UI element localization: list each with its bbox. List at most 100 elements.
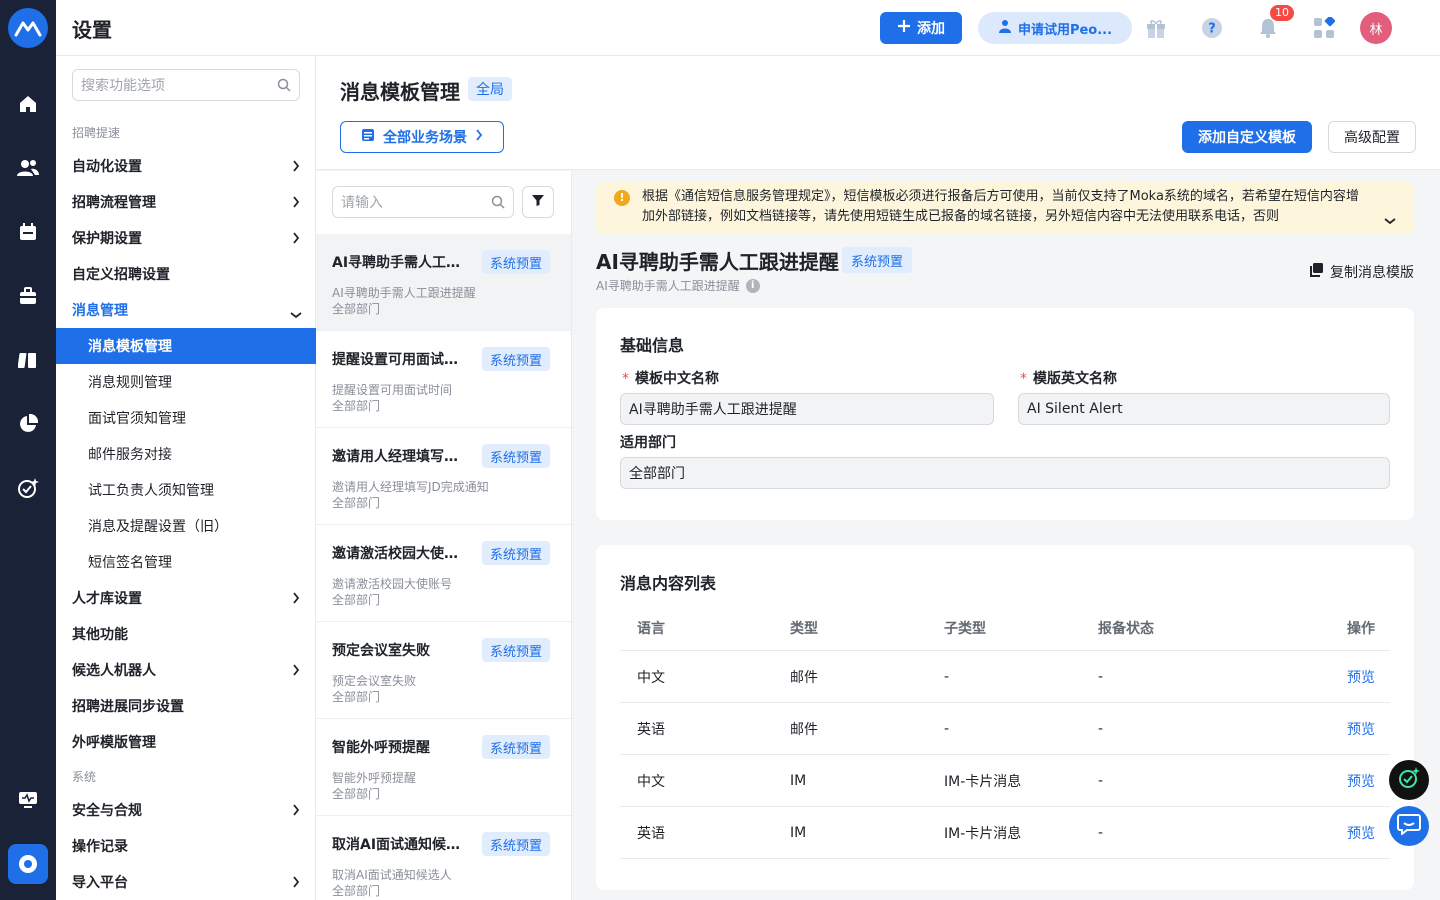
avatar[interactable]: 林 (1360, 12, 1392, 44)
content-table-header: 语言 类型 子类型 报备状态 操作 (620, 605, 1390, 651)
chevron-right-icon (292, 196, 300, 212)
sidebar-item-custom[interactable]: 自定义招聘设置 (56, 256, 316, 292)
template-item[interactable]: 邀请用人经理填写JD完成通知 系统预置 邀请用人经理填写JD完成通知 全部部门 (316, 428, 571, 525)
template-name: AI寻聘助手需人工跟进提醒 (332, 255, 462, 271)
sidebar-subitem-mail[interactable]: 邮件服务对接 (56, 436, 316, 472)
search-icon (491, 195, 505, 213)
sidebar-item-robot[interactable]: 候选人机器人 (56, 652, 316, 688)
table-row: 英语 邮件 - - 预览 (620, 703, 1390, 755)
warning-icon: ! (614, 190, 630, 206)
sidebar-item-callout[interactable]: 外呼模版管理 (56, 724, 316, 760)
col-lang: 语言 (637, 620, 665, 637)
chevron-down-icon[interactable] (1384, 212, 1396, 232)
add-button[interactable]: 添加 (880, 12, 962, 44)
moka-logo-icon[interactable] (8, 8, 48, 48)
template-item[interactable]: 取消AI面试通知候选人 系统预置 取消AI面试通知候选人 全部部门 (316, 816, 571, 900)
jobs-icon[interactable] (16, 284, 40, 308)
sidebar-subitem-trial[interactable]: 试工负责人须知管理 (56, 472, 316, 508)
cell-subtype: - (944, 668, 950, 685)
detail-subtitle: AI寻聘助手需人工跟进提醒 i (596, 277, 760, 294)
table-row: 中文 IM IM-卡片消息 - 预览 (620, 755, 1390, 807)
cn-name-label: * 模板中文名称 (622, 371, 719, 387)
candidates-icon[interactable] (16, 156, 40, 180)
template-item[interactable]: 智能外呼预提醒 系统预置 智能外呼预提醒 全部部门 (316, 719, 571, 816)
content-list-title: 消息内容列表 (620, 574, 717, 593)
gift-icon[interactable] (1144, 16, 1168, 40)
home-icon[interactable] (16, 92, 40, 116)
template-desc: 取消AI面试通知候选人 (332, 868, 452, 882)
page-title: 消息模板管理 (340, 80, 460, 104)
sidebar-item-sync[interactable]: 招聘进展同步设置 (56, 688, 316, 724)
sidebar-subitem-interviewer[interactable]: 面试官须知管理 (56, 400, 316, 436)
sidebar-item-import[interactable]: 导入平台 (56, 864, 316, 900)
apps-grid-icon[interactable] (1312, 16, 1336, 40)
group-label-recruit: 招聘提速 (72, 126, 121, 140)
sidebar-item-protection[interactable]: 保护期设置 (56, 220, 316, 256)
template-name: 取消AI面试通知候选人 (332, 837, 462, 853)
chevron-right-icon (292, 664, 300, 680)
preview-link[interactable]: 预览 (1347, 651, 1375, 702)
copy-icon (1308, 262, 1324, 282)
chat-float-button[interactable] (1389, 806, 1429, 846)
sidebar-subitem-sms-sign[interactable]: 短信签名管理 (56, 544, 316, 580)
sidebar-subitem-rules[interactable]: 消息规则管理 (56, 364, 316, 400)
ai-float-button[interactable] (1389, 760, 1429, 800)
settings-icon[interactable] (8, 844, 48, 884)
monitor-icon[interactable] (16, 788, 40, 812)
template-desc: 提醒设置可用面试时间 (332, 383, 453, 397)
calendar-icon[interactable] (16, 220, 40, 244)
preview-link[interactable]: 预览 (1347, 807, 1375, 858)
sidebar-item-other[interactable]: 其他功能 (56, 616, 316, 652)
apply-trial-button[interactable]: 申请试用Peo... (978, 12, 1132, 44)
sidebar-item-oplog[interactable]: 操作记录 (56, 828, 316, 864)
sidebar-item-talent[interactable]: 人才库设置 (56, 580, 316, 616)
copy-template-label: 复制消息模版 (1330, 265, 1414, 281)
sidebar-item-process[interactable]: 招聘流程管理 (56, 184, 316, 220)
filter-button[interactable] (522, 186, 554, 218)
help-icon[interactable]: ? (1200, 16, 1224, 40)
template-item[interactable]: 预定会议室失败 系统预置 预定会议室失败 全部部门 (316, 622, 571, 719)
sidebar-item-label: 安全与合规 (72, 803, 142, 819)
advanced-config-button[interactable]: 高级配置 (1328, 121, 1416, 153)
basic-info-card: 基础信息 * 模板中文名称 AI寻聘助手需人工跟进提醒 * 模版英文名称 AI Si… (596, 308, 1414, 520)
chevron-down-icon (290, 307, 302, 323)
preview-link[interactable]: 预览 (1347, 755, 1375, 806)
copy-template-button[interactable]: 复制消息模版 (1308, 262, 1414, 282)
template-item[interactable]: AI寻聘助手需人工跟进提醒 系统预置 AI寻聘助手需人工跟进提醒 全部部门 (316, 234, 571, 331)
sidebar-subitem-template[interactable]: 消息模板管理 (56, 328, 316, 364)
cn-name-field[interactable]: AI寻聘助手需人工跟进提醒 (620, 393, 994, 425)
add-custom-template-button[interactable]: 添加自定义模板 (1182, 121, 1312, 153)
template-tag: 系统预置 (482, 735, 551, 759)
sidebar-item-label: 保护期设置 (72, 231, 142, 247)
info-icon[interactable]: i (745, 278, 760, 293)
dept-field[interactable]: 全部部门 (620, 457, 1390, 489)
template-item[interactable]: 提醒设置可用面试时间 系统预置 提醒设置可用面试时间 全部部门 (316, 331, 571, 428)
sidebar-subitem-legacy[interactable]: 消息及提醒设置（旧） (56, 508, 316, 544)
cell-lang: 英语 (637, 825, 665, 842)
filter-icon (531, 193, 545, 211)
template-name: 邀请激活校园大使账号 (332, 546, 462, 562)
notice-text: 根据《通信短信息服务管理规定》，短信模板必须进行报备后方可使用，当前仅支持了Mo… (642, 189, 1359, 224)
preview-link[interactable]: 预览 (1347, 703, 1375, 754)
business-scene-selector[interactable]: 全部业务场景 (340, 121, 504, 153)
report-icon[interactable] (16, 412, 40, 436)
en-name-field[interactable]: AI Silent Alert (1018, 393, 1390, 425)
template-item[interactable]: 邀请激活校园大使账号 系统预置 邀请激活校园大使账号 全部部门 (316, 525, 571, 622)
template-search-input[interactable]: 请输入 (332, 186, 514, 218)
template-list: 请输入 AI寻聘助手需人工跟进提醒 系统预置 AI寻聘助手需人工跟进提醒 全部部… (316, 171, 572, 900)
cell-status: - (1098, 668, 1104, 685)
ai-sparkle-icon (1397, 766, 1421, 794)
talent-pool-icon[interactable] (16, 348, 40, 372)
chevron-right-icon (292, 592, 300, 608)
settings-search-input[interactable]: 搜索功能选项 (72, 69, 300, 101)
sidebar-item-message[interactable]: 消息管理 (56, 292, 316, 328)
search-icon (277, 78, 291, 96)
page-header-title: 设置 (72, 18, 112, 42)
content-list-card: 消息内容列表 语言 类型 子类型 报备状态 操作 中文 邮件 - - 预览 英语… (596, 545, 1414, 890)
sidebar-item-security[interactable]: 安全与合规 (56, 792, 316, 828)
ai-assistant-icon[interactable] (16, 476, 40, 500)
col-subtype: 子类型 (944, 620, 986, 637)
sidebar-item-automation[interactable]: 自动化设置 (56, 148, 316, 184)
sidebar-subitem-label: 消息及提醒设置（旧） (88, 519, 228, 535)
user-icon (998, 19, 1012, 37)
